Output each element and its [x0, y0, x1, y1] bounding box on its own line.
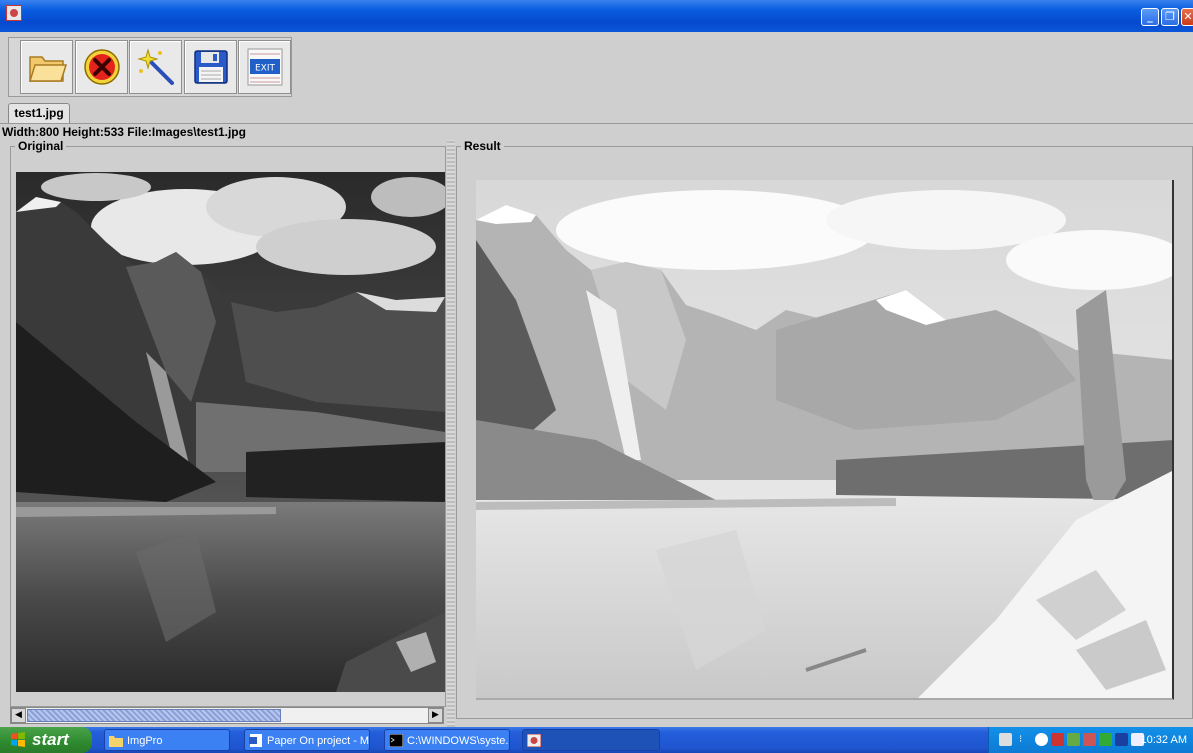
taskbar-item-word[interactable]: Paper On project - Mi... [244, 729, 370, 751]
split-pane-divider[interactable] [447, 140, 455, 727]
tray-app-icon-2[interactable] [1067, 733, 1080, 746]
toolbar: EXIT [8, 37, 292, 97]
image-info: Width:800 Height:533 File:Images\test1.j… [0, 123, 1193, 139]
exit-label: EXIT [255, 64, 276, 74]
java-app-icon [527, 734, 541, 747]
antivirus-icon[interactable] [1099, 733, 1112, 746]
floppy-disk-icon [194, 50, 228, 84]
magic-wand-icon [137, 48, 174, 85]
start-button[interactable]: start [0, 727, 92, 753]
scroll-right-arrow[interactable]: ▶ [428, 708, 443, 723]
folder-icon [28, 56, 67, 82]
result-panel-title: Result [461, 138, 504, 154]
taskbar-item-imgpro[interactable]: ImgPro [104, 729, 230, 751]
original-panel-title: Original [15, 138, 67, 154]
folder-icon [109, 736, 123, 747]
scroll-left-arrow[interactable]: ◀ [11, 708, 26, 723]
system-tray: ⁝ 10:32 AM [988, 727, 1193, 753]
taskbar-item-java-app[interactable] [522, 729, 660, 751]
bluetooth-icon[interactable] [1115, 733, 1128, 746]
save-button[interactable] [184, 40, 237, 94]
original-image [16, 172, 445, 692]
open-button[interactable] [20, 40, 73, 94]
windows-flag-icon [11, 732, 25, 747]
task-label: C:\WINDOWS\syste... [407, 735, 510, 747]
taskbar-item-console[interactable]: C:\WINDOWS\syste... [384, 729, 510, 751]
red-x-icon [84, 49, 120, 85]
exit-button[interactable]: EXIT [238, 40, 291, 94]
clock[interactable]: 10:32 AM [1141, 727, 1187, 753]
minimize-button[interactable]: _ [1141, 8, 1159, 26]
close-button[interactable]: ✕ [1181, 8, 1193, 26]
scroll-thumb[interactable] [27, 709, 281, 722]
result-image [476, 180, 1174, 700]
exit-icon: EXIT [247, 48, 283, 86]
tab-test1[interactable]: test1.jpg [8, 103, 70, 123]
back-icon[interactable] [1035, 733, 1048, 746]
app-window: _ ❐ ✕ EXIT test1.jpg Width:800 Height:53… [0, 0, 1193, 727]
clear-button[interactable] [75, 40, 128, 94]
word-doc-icon [249, 734, 262, 747]
tray-app-icon-1[interactable] [1051, 733, 1064, 746]
console-icon [389, 734, 403, 747]
process-button[interactable] [129, 40, 182, 94]
title-bar[interactable]: _ ❐ ✕ [0, 0, 1193, 32]
app-icon[interactable] [6, 5, 22, 21]
restore-button[interactable]: ❐ [1161, 8, 1179, 26]
task-label: Paper On project - Mi... [267, 735, 370, 747]
help-icon[interactable] [999, 733, 1012, 746]
start-label: start [32, 730, 69, 749]
network-icon[interactable]: ⁝ [1019, 733, 1032, 746]
original-horizontal-scrollbar[interactable]: ◀ ▶ [10, 707, 444, 724]
taskbar: start ImgPro Paper On project - Mi... C:… [0, 727, 1193, 753]
task-label: ImgPro [127, 735, 163, 747]
tray-app-icon-3[interactable] [1083, 733, 1096, 746]
